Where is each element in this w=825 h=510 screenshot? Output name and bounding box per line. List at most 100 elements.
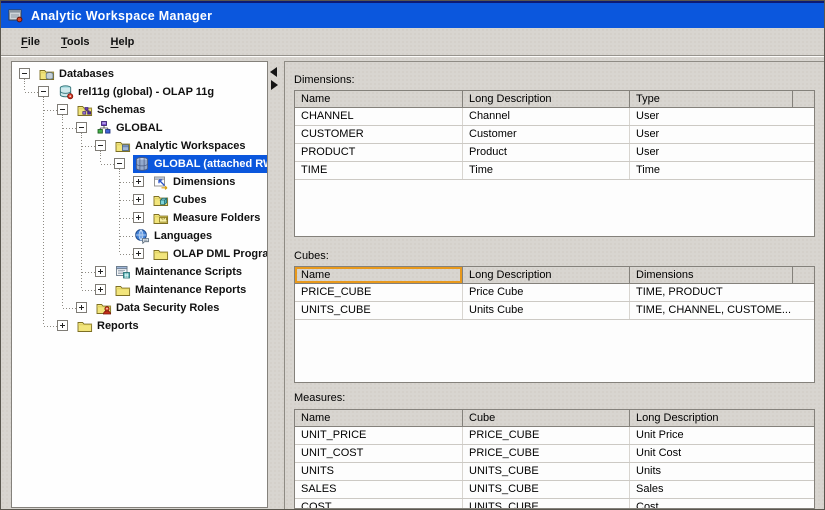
tree-item-databases[interactable]: Databases (19, 65, 267, 83)
tree-node[interactable]: Languages (133, 227, 216, 245)
measures-table-row[interactable]: UNIT_COSTPRICE_CUBEUnit Cost (295, 445, 814, 463)
tree-item-schemas[interactable]: Schemas (19, 101, 267, 119)
table-cell[interactable]: PRICE_CUBE (463, 445, 630, 462)
title-bar[interactable]: Analytic Workspace Manager (1, 1, 824, 28)
table-cell[interactable]: Time (463, 162, 630, 179)
tree-item-global[interactable]: GLOBAL (19, 119, 267, 137)
table-cell[interactable]: TIME (295, 162, 463, 179)
table-cell[interactable]: SALES (295, 481, 463, 498)
measures-table-row[interactable]: COSTUNITS_CUBECost (295, 499, 814, 509)
expand-icon[interactable] (133, 176, 144, 187)
table-cell[interactable]: Cost (630, 499, 814, 509)
menu-item-tools[interactable]: Tools (55, 34, 96, 50)
tree-node[interactable]: Maintenance Reports (114, 281, 250, 299)
tree-item-dimensions[interactable]: Dimensions (19, 173, 267, 191)
collapse-icon[interactable] (38, 86, 49, 97)
dimensions-table-row[interactable]: CHANNELChannelUser (295, 108, 814, 126)
expand-icon[interactable] (57, 320, 68, 331)
tree-node[interactable]: Measure Folders (152, 209, 264, 227)
expand-icon[interactable] (133, 194, 144, 205)
tree-item-maintenance-reports[interactable]: Maintenance Reports (19, 281, 267, 299)
tree-item-data-security-roles[interactable]: Data Security Roles (19, 299, 267, 317)
splitter-collapse-left-icon[interactable] (270, 67, 277, 77)
tree-item-label[interactable]: Dimensions (171, 176, 237, 188)
table-cell[interactable]: User (630, 126, 814, 143)
tree-item-analytic-workspaces[interactable]: Analytic Workspaces (19, 137, 267, 155)
table-cell[interactable]: Channel (463, 108, 630, 125)
column-header-long-description[interactable]: Long Description (463, 91, 630, 107)
tree-item-label[interactable]: Data Security Roles (114, 302, 221, 314)
table-cell[interactable]: UNITS_CUBE (463, 463, 630, 480)
table-cell[interactable]: Units (630, 463, 814, 480)
table-cell[interactable]: TIME, CHANNEL, CUSTOME... (630, 302, 814, 319)
dimensions-table-row[interactable]: TIMETimeTime (295, 162, 814, 180)
measures-table-row[interactable]: UNITSUNITS_CUBEUnits (295, 463, 814, 481)
table-cell[interactable]: User (630, 144, 814, 161)
tree-node[interactable]: Reports (76, 317, 143, 335)
tree-item-label[interactable]: Maintenance Scripts (133, 266, 244, 278)
table-cell[interactable]: UNITS (295, 463, 463, 480)
column-header-name[interactable]: Name (295, 410, 463, 426)
table-cell[interactable]: UNITS_CUBE (463, 481, 630, 498)
tree-item-label[interactable]: Maintenance Reports (133, 284, 248, 296)
column-header-long-description[interactable]: Long Description (463, 267, 630, 283)
table-cell[interactable]: CHANNEL (295, 108, 463, 125)
tree-item-label[interactable]: GLOBAL (114, 122, 164, 134)
tree-item-cubes[interactable]: Cubes (19, 191, 267, 209)
expand-icon[interactable] (95, 284, 106, 295)
table-cell[interactable]: CUSTOMER (295, 126, 463, 143)
table-cell[interactable]: Unit Price (630, 427, 814, 444)
table-cell[interactable]: Customer (463, 126, 630, 143)
expand-icon[interactable] (133, 248, 144, 259)
column-header-name[interactable]: Name (295, 267, 463, 283)
dimensions-table-row[interactable]: CUSTOMERCustomerUser (295, 126, 814, 144)
column-header-long-description[interactable]: Long Description (630, 410, 814, 426)
tree-item-rel11g-global-olap-11g[interactable]: rel11g (global) - OLAP 11g (19, 83, 267, 101)
tree-item-languages[interactable]: Languages (19, 227, 267, 245)
collapse-icon[interactable] (57, 104, 68, 115)
tree-node[interactable]: Cubes (152, 191, 211, 209)
tree-node[interactable]: GLOBAL (95, 119, 166, 137)
tree-item-label[interactable]: Reports (95, 320, 141, 332)
tree-item-label[interactable]: OLAP DML Programs (171, 248, 268, 260)
tree-node[interactable]: Schemas (76, 101, 149, 119)
tree-item-label[interactable]: Languages (152, 230, 214, 242)
measures-table-row[interactable]: SALESUNITS_CUBESales (295, 481, 814, 499)
table-cell[interactable]: User (630, 108, 814, 125)
column-header-dimensions[interactable]: Dimensions (630, 267, 793, 283)
tree-item-label[interactable]: Schemas (95, 104, 147, 116)
tree-item-olap-dml-programs[interactable]: OLAP DML Programs (19, 245, 267, 263)
tree-item-label[interactable]: Databases (57, 68, 116, 80)
table-cell[interactable]: Unit Cost (630, 445, 814, 462)
column-header-cube[interactable]: Cube (463, 410, 630, 426)
menu-item-help[interactable]: Help (105, 34, 141, 50)
tree-node[interactable]: Analytic Workspaces (114, 137, 249, 155)
app-icon[interactable] (8, 8, 24, 24)
tree-item-label[interactable]: rel11g (global) - OLAP 11g (76, 86, 216, 98)
collapse-icon[interactable] (95, 140, 106, 151)
expand-icon[interactable] (76, 302, 87, 313)
tree-node[interactable]: Databases (38, 65, 118, 83)
splitter-collapse-right-icon[interactable] (271, 80, 278, 90)
cubes-table-row[interactable]: PRICE_CUBEPrice CubeTIME, PRODUCT (295, 284, 814, 302)
tree-item-measure-folders[interactable]: Measure Folders (19, 209, 267, 227)
menu-item-file[interactable]: File (15, 34, 46, 50)
expand-icon[interactable] (95, 266, 106, 277)
table-cell[interactable]: UNIT_PRICE (295, 427, 463, 444)
collapse-icon[interactable] (114, 158, 125, 169)
column-header-type[interactable]: Type (630, 91, 793, 107)
table-cell[interactable]: COST (295, 499, 463, 509)
collapse-icon[interactable] (19, 68, 30, 79)
table-cell[interactable]: Units Cube (463, 302, 630, 319)
table-cell[interactable]: Product (463, 144, 630, 161)
table-cell[interactable]: UNIT_COST (295, 445, 463, 462)
table-cell[interactable]: Sales (630, 481, 814, 498)
cubes-table-row[interactable]: UNITS_CUBEUnits CubeTIME, CHANNEL, CUSTO… (295, 302, 814, 320)
table-cell[interactable]: Price Cube (463, 284, 630, 301)
table-cell[interactable]: UNITS_CUBE (463, 499, 630, 509)
tree-item-label[interactable]: GLOBAL (attached RW) (152, 158, 268, 170)
table-cell[interactable]: PRICE_CUBE (295, 284, 463, 301)
column-header-name[interactable]: Name (295, 91, 463, 107)
table-cell[interactable]: PRICE_CUBE (463, 427, 630, 444)
tree-item-reports[interactable]: Reports (19, 317, 267, 335)
